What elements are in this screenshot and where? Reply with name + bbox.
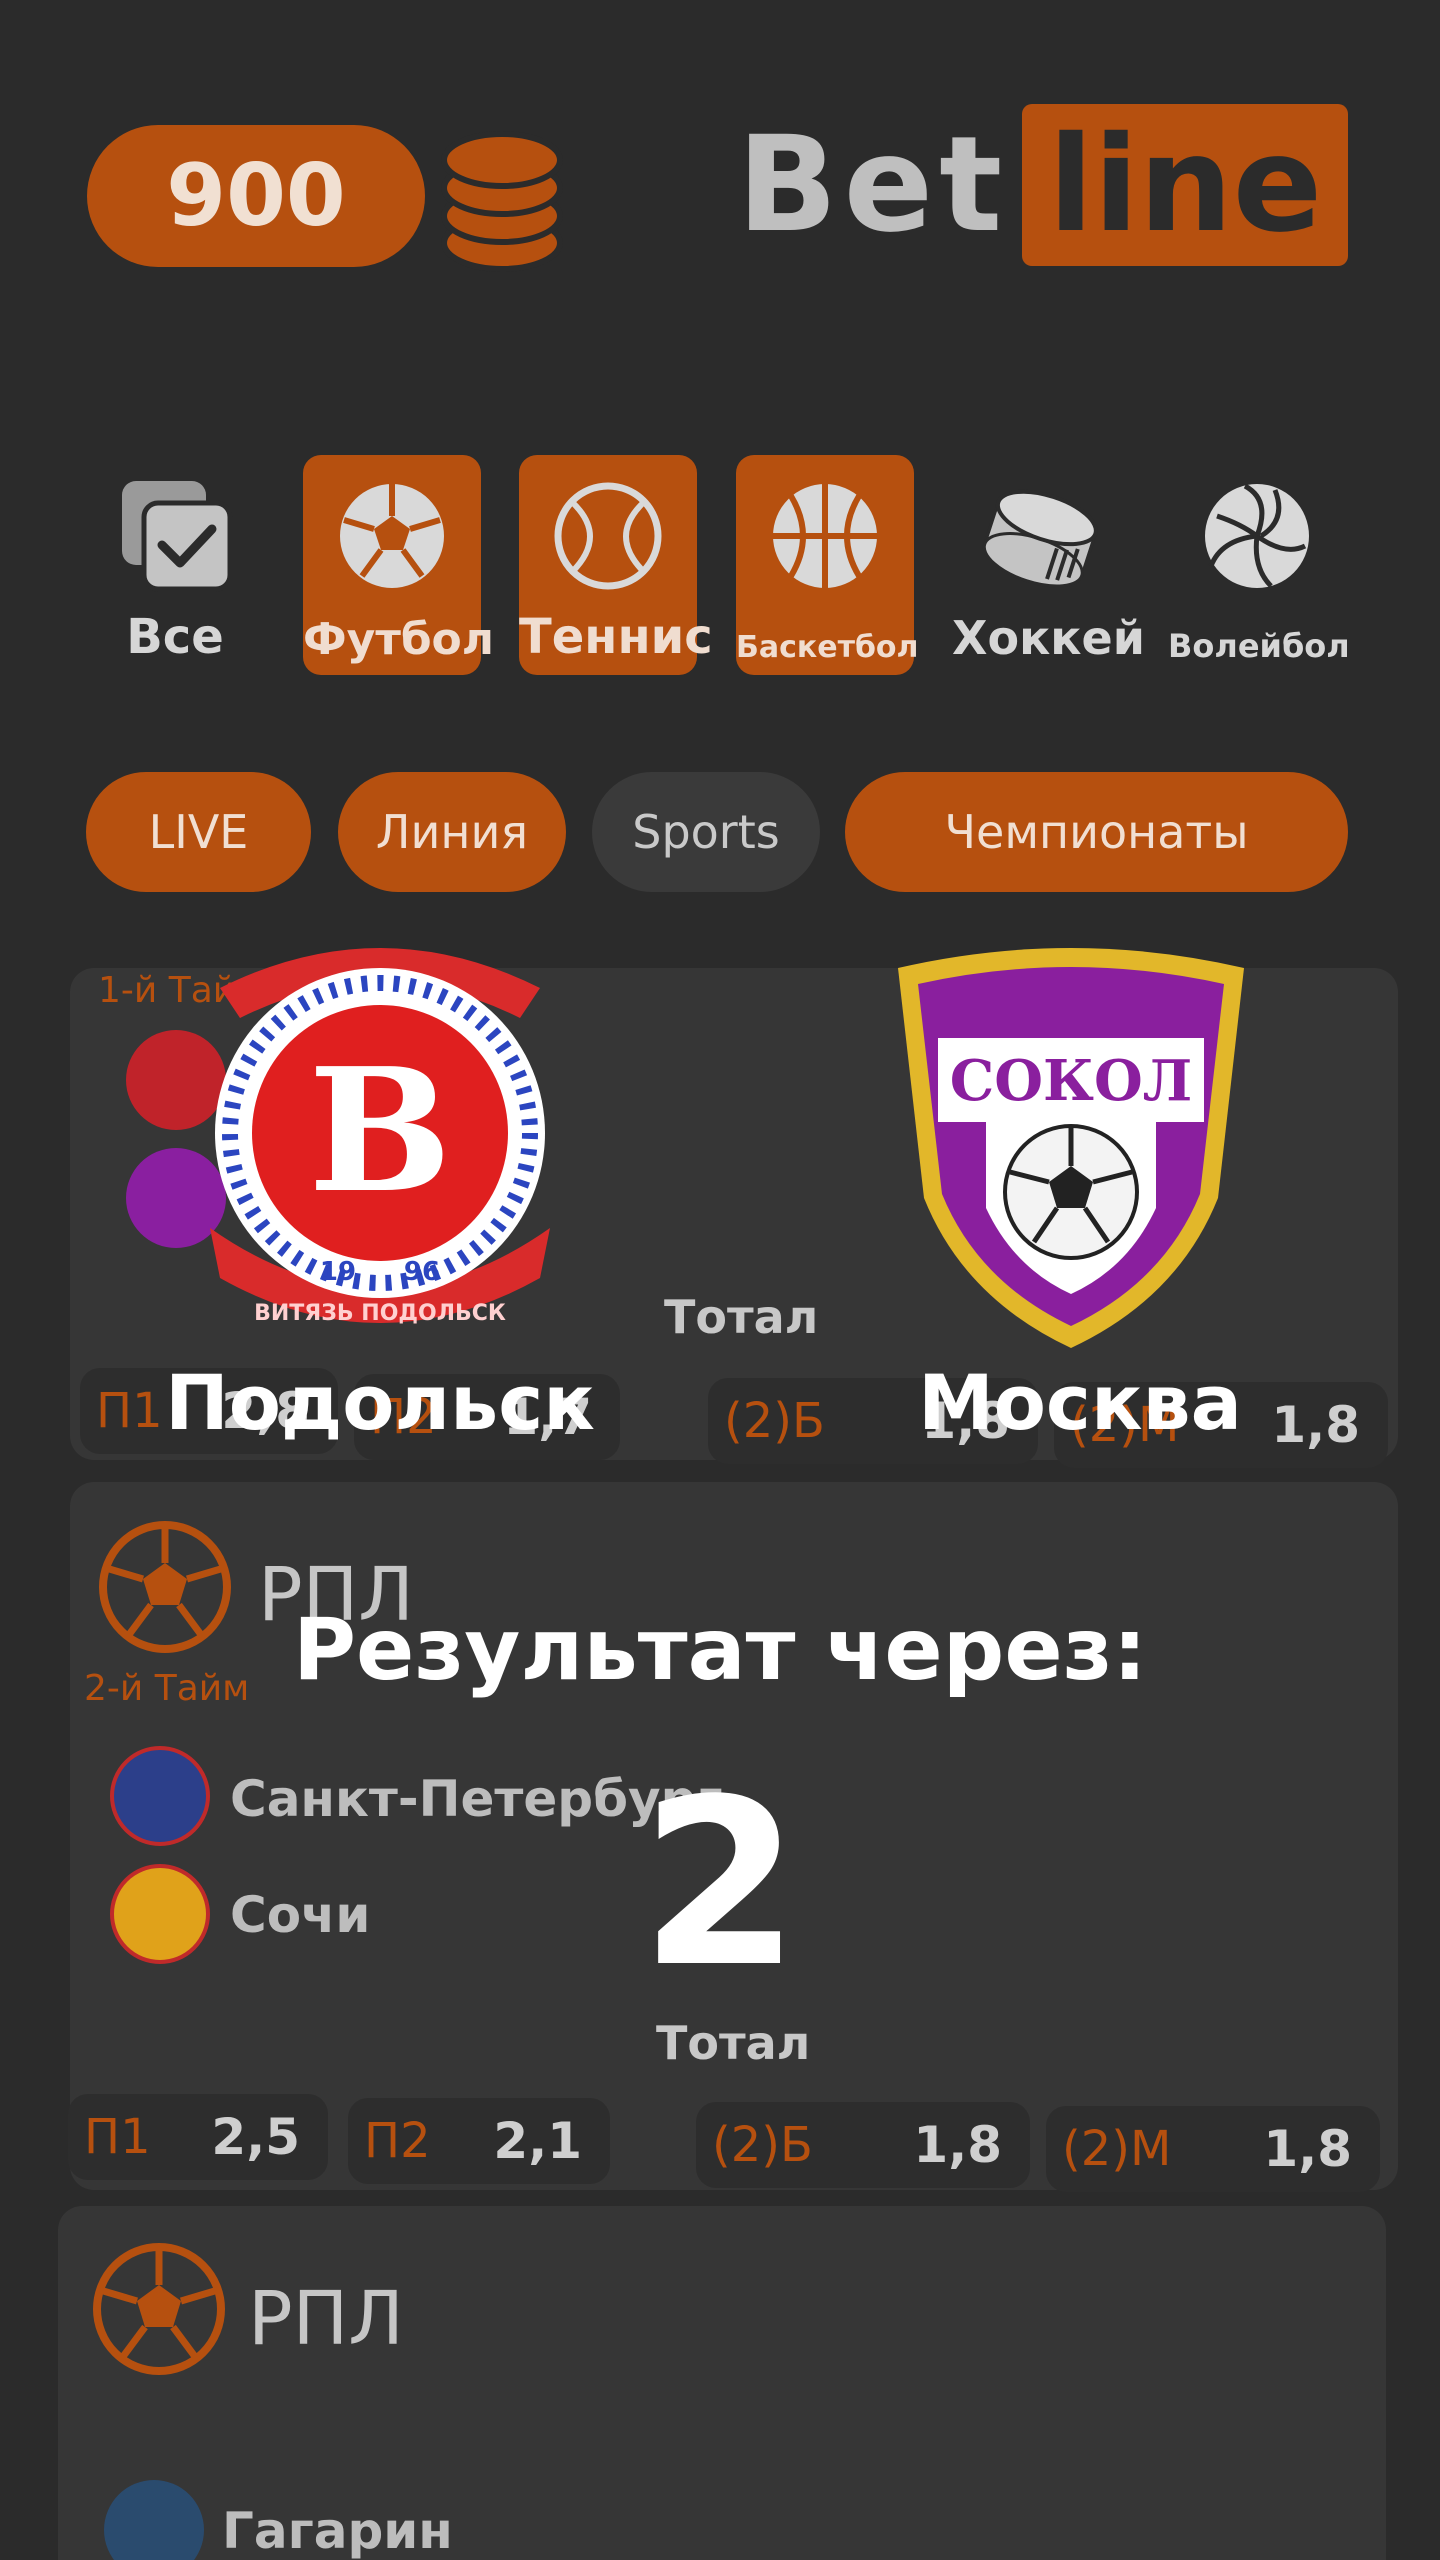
category-label: Волейбол [1168,627,1350,665]
category-volleyball[interactable]: Волейбол [1168,455,1350,675]
odd-button[interactable]: П2 2,1 [348,2098,610,2184]
team-logo [104,2480,204,2560]
coins-icon [441,131,563,272]
filter-live[interactable]: LIVE [86,772,311,892]
total-label: Тотал [656,2016,811,2070]
match-card[interactable]: РПЛ Гагарин [58,2206,1386,2560]
odd-key: (2)Б [712,2117,813,2173]
betline-logo: Bet line [737,102,1349,267]
category-football[interactable]: Футбол [303,455,494,675]
league-name: РПЛ [248,2276,404,2362]
category-label: Все [126,609,224,665]
filter-sports[interactable]: Sports [592,772,820,892]
filter-championships[interactable]: Чемпионаты [845,772,1348,892]
soccer-ball-icon [333,477,451,595]
category-label: Футбол [303,614,494,665]
checkbox-icon [116,477,234,595]
basketball-icon [766,477,884,595]
category-hockey[interactable]: Хоккей [952,455,1145,675]
home-team-name: Подольск [165,1358,595,1447]
tennis-ball-icon [549,477,667,595]
odd-button[interactable]: (2)М 1,8 [1046,2106,1380,2192]
home-team-logo: В ВИТЯЗЬ ПОДОЛЬСК 19 96 [210,948,550,1326]
away-team-logo: СОКОЛ [898,948,1244,1348]
odd-button[interactable]: П1 2,5 [68,2094,328,2180]
svg-text:В: В [308,1031,452,1231]
odd-key: (2)Б [724,1393,825,1449]
away-logo-text: СОКОЛ [950,1048,1193,1114]
home-logo-year-right: 96 [404,1257,440,1287]
team-name: Гагарин [222,2502,453,2560]
odd-key: (2)М [1062,2121,1172,2177]
category-basketball[interactable]: Баскетбол [736,455,919,675]
home-logo-year-left: 19 [320,1257,356,1287]
category-all[interactable]: Все [86,455,264,675]
volleyball-icon [1198,477,1316,595]
result-countdown-value: 2 [639,1751,801,2018]
odd-value: 2,5 [211,2108,300,2166]
odd-button[interactable]: (2)Б 1,8 [696,2102,1030,2188]
logo-bet-text: Bet [737,107,1009,262]
odd-key: П2 [364,2113,431,2169]
odd-value: 2,1 [493,2112,582,2170]
hockey-puck-icon [982,477,1100,595]
home-logo-banner: ВИТЯЗЬ ПОДОЛЬСК [254,1301,506,1326]
balance-badge[interactable]: 900 [87,125,425,267]
odd-key: П1 [84,2109,151,2165]
logo-line-text: line [1022,103,1349,266]
category-label: Теннис [519,609,713,665]
category-label: Хоккей [952,611,1145,665]
total-label: Тотал [664,1290,819,1344]
filter-line[interactable]: Линия [338,772,566,892]
soccer-ball-icon [93,2243,225,2375]
category-tennis[interactable]: Теннис [519,455,713,675]
odd-value: 1,8 [913,2116,1002,2174]
result-countdown-label: Результат через: [292,1600,1148,1700]
odd-value: 1,8 [1263,2120,1352,2178]
category-label: Баскетбол [736,630,919,665]
betting-screen: 900 Bet line Все Футбол Теннис Баскетбол… [0,0,1440,2560]
away-team-name: Москва [918,1358,1242,1447]
